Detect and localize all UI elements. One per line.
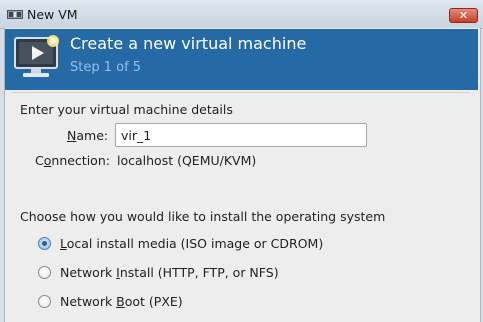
radio-label-network-install[interactable]: Network Install (HTTP, FTP, or NFS)	[60, 265, 279, 280]
virtual-machine-icon	[14, 35, 59, 77]
radio-local-media[interactable]	[38, 237, 51, 250]
close-button[interactable]: ✕	[449, 8, 478, 23]
install-section-title: Choose how you would like to install the…	[20, 209, 386, 224]
details-section-title: Enter your virtual machine details	[20, 102, 233, 117]
connection-value: localhost (QEMU/KVM)	[117, 153, 257, 168]
radio-label-local-media[interactable]: Local install media (ISO image or CDROM)	[60, 236, 323, 251]
radio-network-boot[interactable]	[38, 295, 51, 308]
wizard-step: Step 1 of 5	[70, 60, 142, 75]
name-input[interactable]	[115, 123, 367, 147]
name-label: Name:	[67, 128, 109, 143]
header-divider	[12, 92, 470, 93]
window-title: New VM	[27, 7, 78, 22]
window-titlebar: New VM ✕	[0, 0, 483, 29]
radio-label-network-boot[interactable]: Network Boot (PXE)	[60, 294, 183, 309]
app-icon	[7, 10, 23, 19]
radio-network-install[interactable]	[38, 266, 51, 279]
connection-label: Connection:	[35, 153, 110, 168]
header-banner: Create a new virtual machine Step 1 of 5	[5, 29, 478, 90]
wizard-title: Create a new virtual machine	[70, 34, 307, 53]
close-icon: ✕	[458, 9, 469, 22]
